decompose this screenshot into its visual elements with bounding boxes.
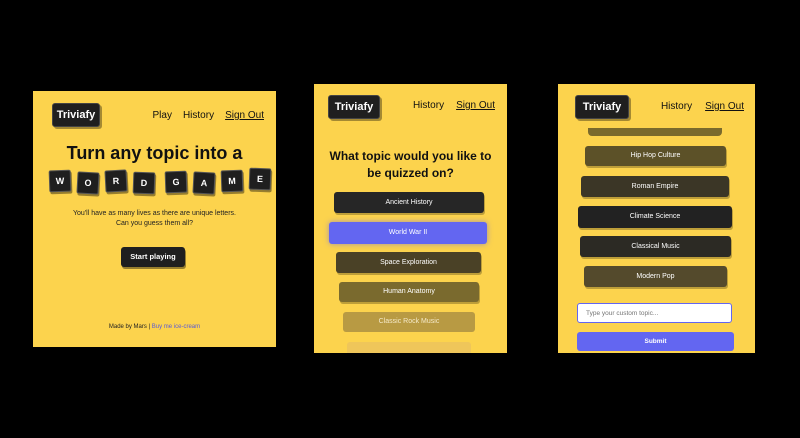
footer: Made by Mars | Buy me ice-cream — [33, 324, 276, 330]
buy-me-ice-cream-link[interactable]: Buy me ice-cream — [152, 324, 200, 330]
topic-option-faded — [347, 342, 471, 353]
instructions: You'll have as many lives as there are u… — [33, 209, 276, 229]
nav-sign-out[interactable]: Sign Out — [705, 101, 744, 112]
topic-option[interactable]: Hip Hop Culture — [585, 146, 726, 166]
nav-sign-out[interactable]: Sign Out — [456, 100, 495, 111]
top-nav: History Sign Out — [413, 100, 495, 111]
topic-list-screen: Triviafy History Sign Out Hip Hop Cultur… — [558, 84, 755, 353]
topic-option[interactable]: Modern Pop — [584, 266, 727, 287]
home-screen: Triviafy Play History Sign Out Turn any … — [33, 91, 276, 347]
nav-play[interactable]: Play — [153, 110, 172, 121]
footer-credit: Made by Mars | — [108, 324, 152, 330]
topic-option[interactable]: Classical Music — [580, 236, 731, 257]
letter-tile: A — [192, 171, 216, 195]
nav-history[interactable]: History — [183, 110, 214, 121]
start-playing-button[interactable]: Start playing — [121, 247, 185, 267]
letter-tile: D — [132, 171, 156, 195]
nav-history[interactable]: History — [661, 101, 692, 112]
topic-option[interactable]: Space Exploration — [336, 252, 481, 273]
logo[interactable]: Triviafy — [52, 103, 100, 127]
headline: Turn any topic into a — [66, 143, 243, 163]
top-nav: Play History Sign Out — [153, 110, 265, 121]
word-game-tiles: W O R D G A M E — [47, 167, 272, 195]
letter-tile: W — [48, 169, 72, 193]
topic-option[interactable]: Classic Rock Music — [343, 312, 475, 332]
logo[interactable]: Triviafy — [575, 95, 629, 119]
topic-question: What topic would you like to be quizzed … — [329, 149, 492, 180]
nav-history[interactable]: History — [413, 100, 444, 111]
instructions-line: Can you guess them all? — [115, 220, 194, 227]
topic-option-partial — [588, 128, 722, 136]
topic-option[interactable]: Roman Empire — [581, 176, 729, 197]
topic-select-screen: Triviafy History Sign Out What topic wou… — [314, 84, 507, 353]
topic-option-selected[interactable]: World War II — [329, 222, 487, 244]
submit-button[interactable]: Submit — [577, 332, 734, 351]
letter-tile: E — [248, 167, 272, 191]
letter-tile: G — [164, 170, 188, 194]
letter-tile: M — [220, 169, 244, 193]
letter-tile: O — [76, 171, 100, 195]
nav-sign-out[interactable]: Sign Out — [225, 110, 264, 121]
top-nav: History Sign Out — [661, 101, 744, 112]
custom-topic-input[interactable] — [577, 303, 732, 323]
instructions-line: You'll have as many lives as there are u… — [73, 210, 236, 217]
topic-option[interactable]: Human Anatomy — [339, 282, 479, 302]
logo[interactable]: Triviafy — [328, 95, 380, 119]
topic-option[interactable]: Climate Science — [578, 206, 732, 228]
topic-option[interactable]: Ancient History — [334, 192, 484, 213]
letter-tile: R — [104, 169, 128, 193]
